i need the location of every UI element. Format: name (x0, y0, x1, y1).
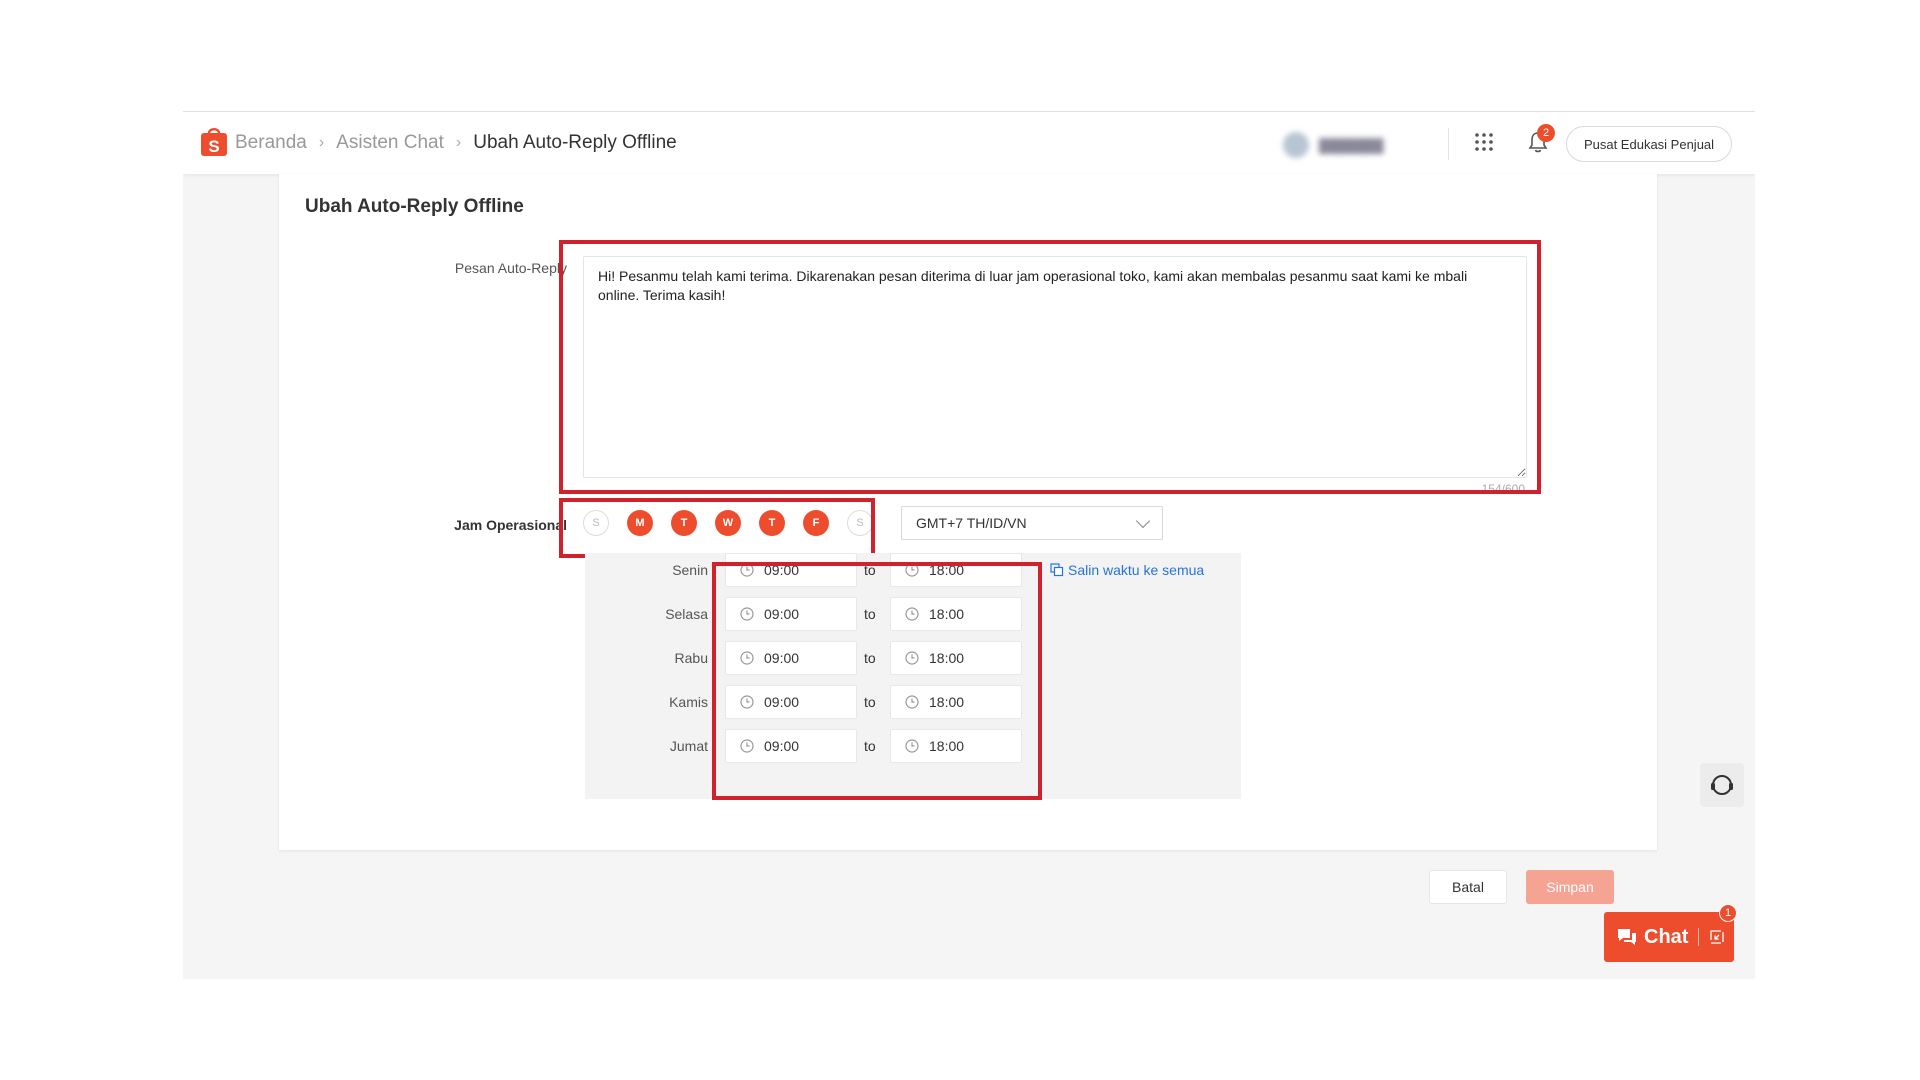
divider (1448, 128, 1449, 160)
clock-icon (740, 563, 754, 577)
schedule-day-label: Kamis (669, 694, 708, 710)
character-counter: 154/600 (1481, 482, 1525, 496)
end-time-picker[interactable]: 18:00 (890, 553, 1022, 587)
chevron-right-icon: › (455, 134, 462, 151)
to-label: to (864, 562, 876, 578)
auto-reply-form-card: Ubah Auto-Reply Offline Pesan Auto-Reply… (279, 174, 1657, 850)
clock-icon (905, 739, 919, 753)
day-toggle-sunday[interactable]: S (583, 510, 609, 536)
chevron-down-icon (1135, 513, 1151, 528)
copy-time-to-all-label: Salin waktu ke semua (1068, 562, 1205, 578)
schedule-row-monday: Senin 09:00 to 18:00 Salin waktu ke semu… (585, 553, 1241, 589)
chat-widget-button[interactable]: Chat (1604, 912, 1734, 962)
clock-icon (740, 695, 754, 709)
breadcrumb-current: Ubah Auto-Reply Offline (473, 132, 677, 153)
avatar (1283, 132, 1309, 158)
customer-support-button[interactable] (1700, 763, 1744, 807)
app-frame: S Beranda › Asisten Chat › Ubah Auto-Rep… (183, 111, 1755, 979)
top-bar: S Beranda › Asisten Chat › Ubah Auto-Rep… (183, 112, 1755, 174)
to-label: to (864, 606, 876, 622)
end-time-value: 18:00 (929, 606, 965, 622)
svg-text:S: S (208, 137, 219, 156)
start-time-value: 09:00 (764, 694, 800, 710)
day-toggle-saturday[interactable]: S (847, 510, 873, 536)
end-time-value: 18:00 (929, 562, 965, 578)
clock-icon (905, 607, 919, 621)
cancel-button[interactable]: Batal (1429, 870, 1507, 904)
message-label: Pesan Auto-Reply (454, 260, 567, 276)
day-toggle-monday[interactable]: M (627, 510, 653, 536)
start-time-picker[interactable]: 09:00 (725, 729, 857, 763)
start-time-picker[interactable]: 09:00 (725, 641, 857, 675)
end-time-value: 18:00 (929, 650, 965, 666)
divider (1698, 928, 1700, 946)
seller-education-button[interactable]: Pusat Edukasi Penjual (1566, 126, 1732, 162)
day-toggle-tuesday[interactable]: T (671, 510, 697, 536)
end-time-value: 18:00 (929, 738, 965, 754)
timezone-select[interactable]: GMT+7 TH/ID/VN (901, 506, 1163, 540)
operating-hours-label: Jam Operasional (454, 517, 567, 533)
headset-icon (1711, 775, 1733, 795)
end-time-picker[interactable]: 18:00 (890, 729, 1022, 763)
breadcrumb: Beranda › Asisten Chat › Ubah Auto-Reply… (235, 132, 677, 154)
start-time-value: 09:00 (764, 562, 800, 578)
schedule-panel: Senin 09:00 to 18:00 Salin waktu ke semu… (585, 553, 1241, 799)
copy-time-to-all-link[interactable]: Salin waktu ke semua (1050, 562, 1204, 578)
user-account-menu[interactable]: ███████ (1283, 128, 1433, 162)
start-time-value: 09:00 (764, 650, 800, 666)
end-time-picker[interactable]: 18:00 (890, 597, 1022, 631)
end-time-picker[interactable]: 18:00 (890, 685, 1022, 719)
timezone-value: GMT+7 TH/ID/VN (916, 515, 1027, 531)
clock-icon (740, 607, 754, 621)
user-name-blurred: ███████ (1319, 137, 1384, 153)
to-label: to (864, 738, 876, 754)
start-time-value: 09:00 (764, 606, 800, 622)
save-button[interactable]: Simpan (1526, 870, 1614, 904)
chat-unread-badge: 1 (1719, 904, 1737, 922)
start-time-value: 09:00 (764, 738, 800, 754)
to-label: to (864, 694, 876, 710)
clock-icon (740, 651, 754, 665)
clock-icon (905, 563, 919, 577)
clock-icon (905, 651, 919, 665)
end-time-picker[interactable]: 18:00 (890, 641, 1022, 675)
day-toggle-friday[interactable]: F (803, 510, 829, 536)
start-time-picker[interactable]: 09:00 (725, 597, 857, 631)
apps-grid-icon[interactable] (1474, 132, 1494, 152)
schedule-row-tuesday: Selasa 09:00 to 18:00 (585, 597, 1241, 633)
schedule-day-label: Jumat (669, 738, 708, 754)
schedule-row-thursday: Kamis 09:00 to 18:00 (585, 685, 1241, 721)
breadcrumb-home[interactable]: Beranda (235, 132, 307, 154)
clock-icon (740, 739, 754, 753)
page-title: Ubah Auto-Reply Offline (305, 196, 524, 217)
schedule-day-label: Selasa (665, 606, 708, 622)
start-time-picker[interactable]: 09:00 (725, 553, 857, 587)
chat-bubble-icon (1618, 929, 1636, 945)
breadcrumb-chat-assistant[interactable]: Asisten Chat (336, 132, 444, 154)
day-toggle-wednesday[interactable]: W (715, 510, 741, 536)
day-toggle-thursday[interactable]: T (759, 510, 785, 536)
shopee-logo-icon[interactable]: S (200, 125, 228, 157)
start-time-picker[interactable]: 09:00 (725, 685, 857, 719)
schedule-day-label: Senin (672, 562, 708, 578)
auto-reply-message-textarea[interactable]: Hi! Pesanmu telah kami terima. Dikarenak… (583, 256, 1527, 478)
chat-label: Chat (1644, 925, 1689, 948)
chevron-right-icon: › (318, 134, 325, 151)
notification-badge: 2 (1537, 124, 1555, 142)
day-selector: S M T W T F S (583, 510, 873, 536)
to-label: to (864, 650, 876, 666)
schedule-row-wednesday: Rabu 09:00 to 18:00 (585, 641, 1241, 677)
copy-icon (1050, 563, 1064, 577)
schedule-row-friday: Jumat 09:00 to 18:00 (585, 729, 1241, 765)
end-time-value: 18:00 (929, 694, 965, 710)
clock-icon (905, 695, 919, 709)
schedule-day-label: Rabu (674, 650, 708, 666)
minimize-chat-icon[interactable] (1709, 929, 1725, 945)
